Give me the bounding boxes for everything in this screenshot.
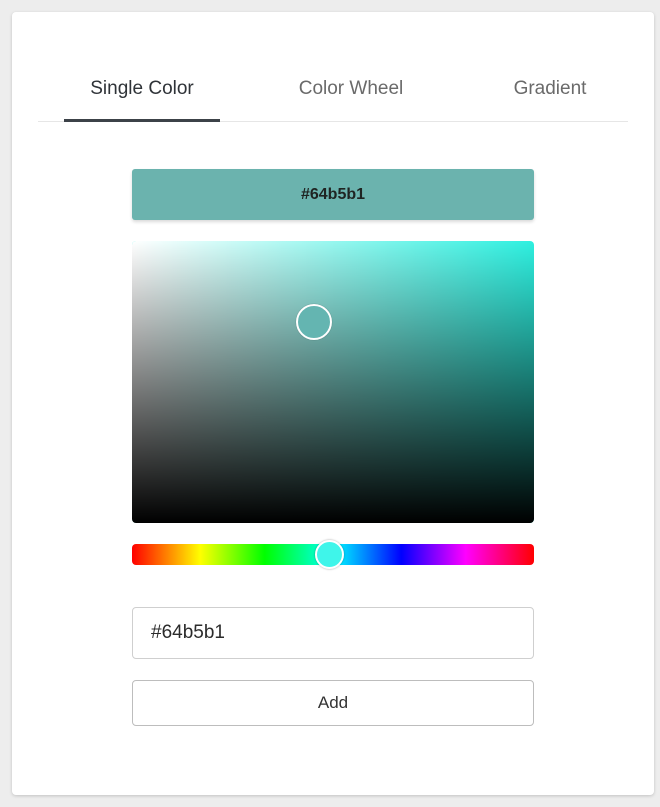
saturation-value-area[interactable] xyxy=(132,241,534,523)
tab-gradient[interactable]: Gradient xyxy=(490,76,610,122)
tab-single-color[interactable]: Single Color xyxy=(64,76,220,122)
hue-slider-handle[interactable] xyxy=(315,540,344,569)
hex-color-input[interactable] xyxy=(132,607,534,659)
color-preview-swatch: #64b5b1 xyxy=(132,169,534,220)
active-tab-indicator xyxy=(64,119,220,122)
tab-bar: Single Color Color Wheel Gradient xyxy=(38,76,628,122)
value-gradient-layer xyxy=(132,241,534,523)
color-picker-card: Single Color Color Wheel Gradient #64b5b… xyxy=(12,12,654,795)
add-button[interactable]: Add xyxy=(132,680,534,726)
color-preview-hex-label: #64b5b1 xyxy=(300,185,366,203)
hue-slider[interactable] xyxy=(132,540,534,569)
saturation-value-handle[interactable] xyxy=(296,304,332,340)
tab-color-wheel[interactable]: Color Wheel xyxy=(276,76,426,122)
